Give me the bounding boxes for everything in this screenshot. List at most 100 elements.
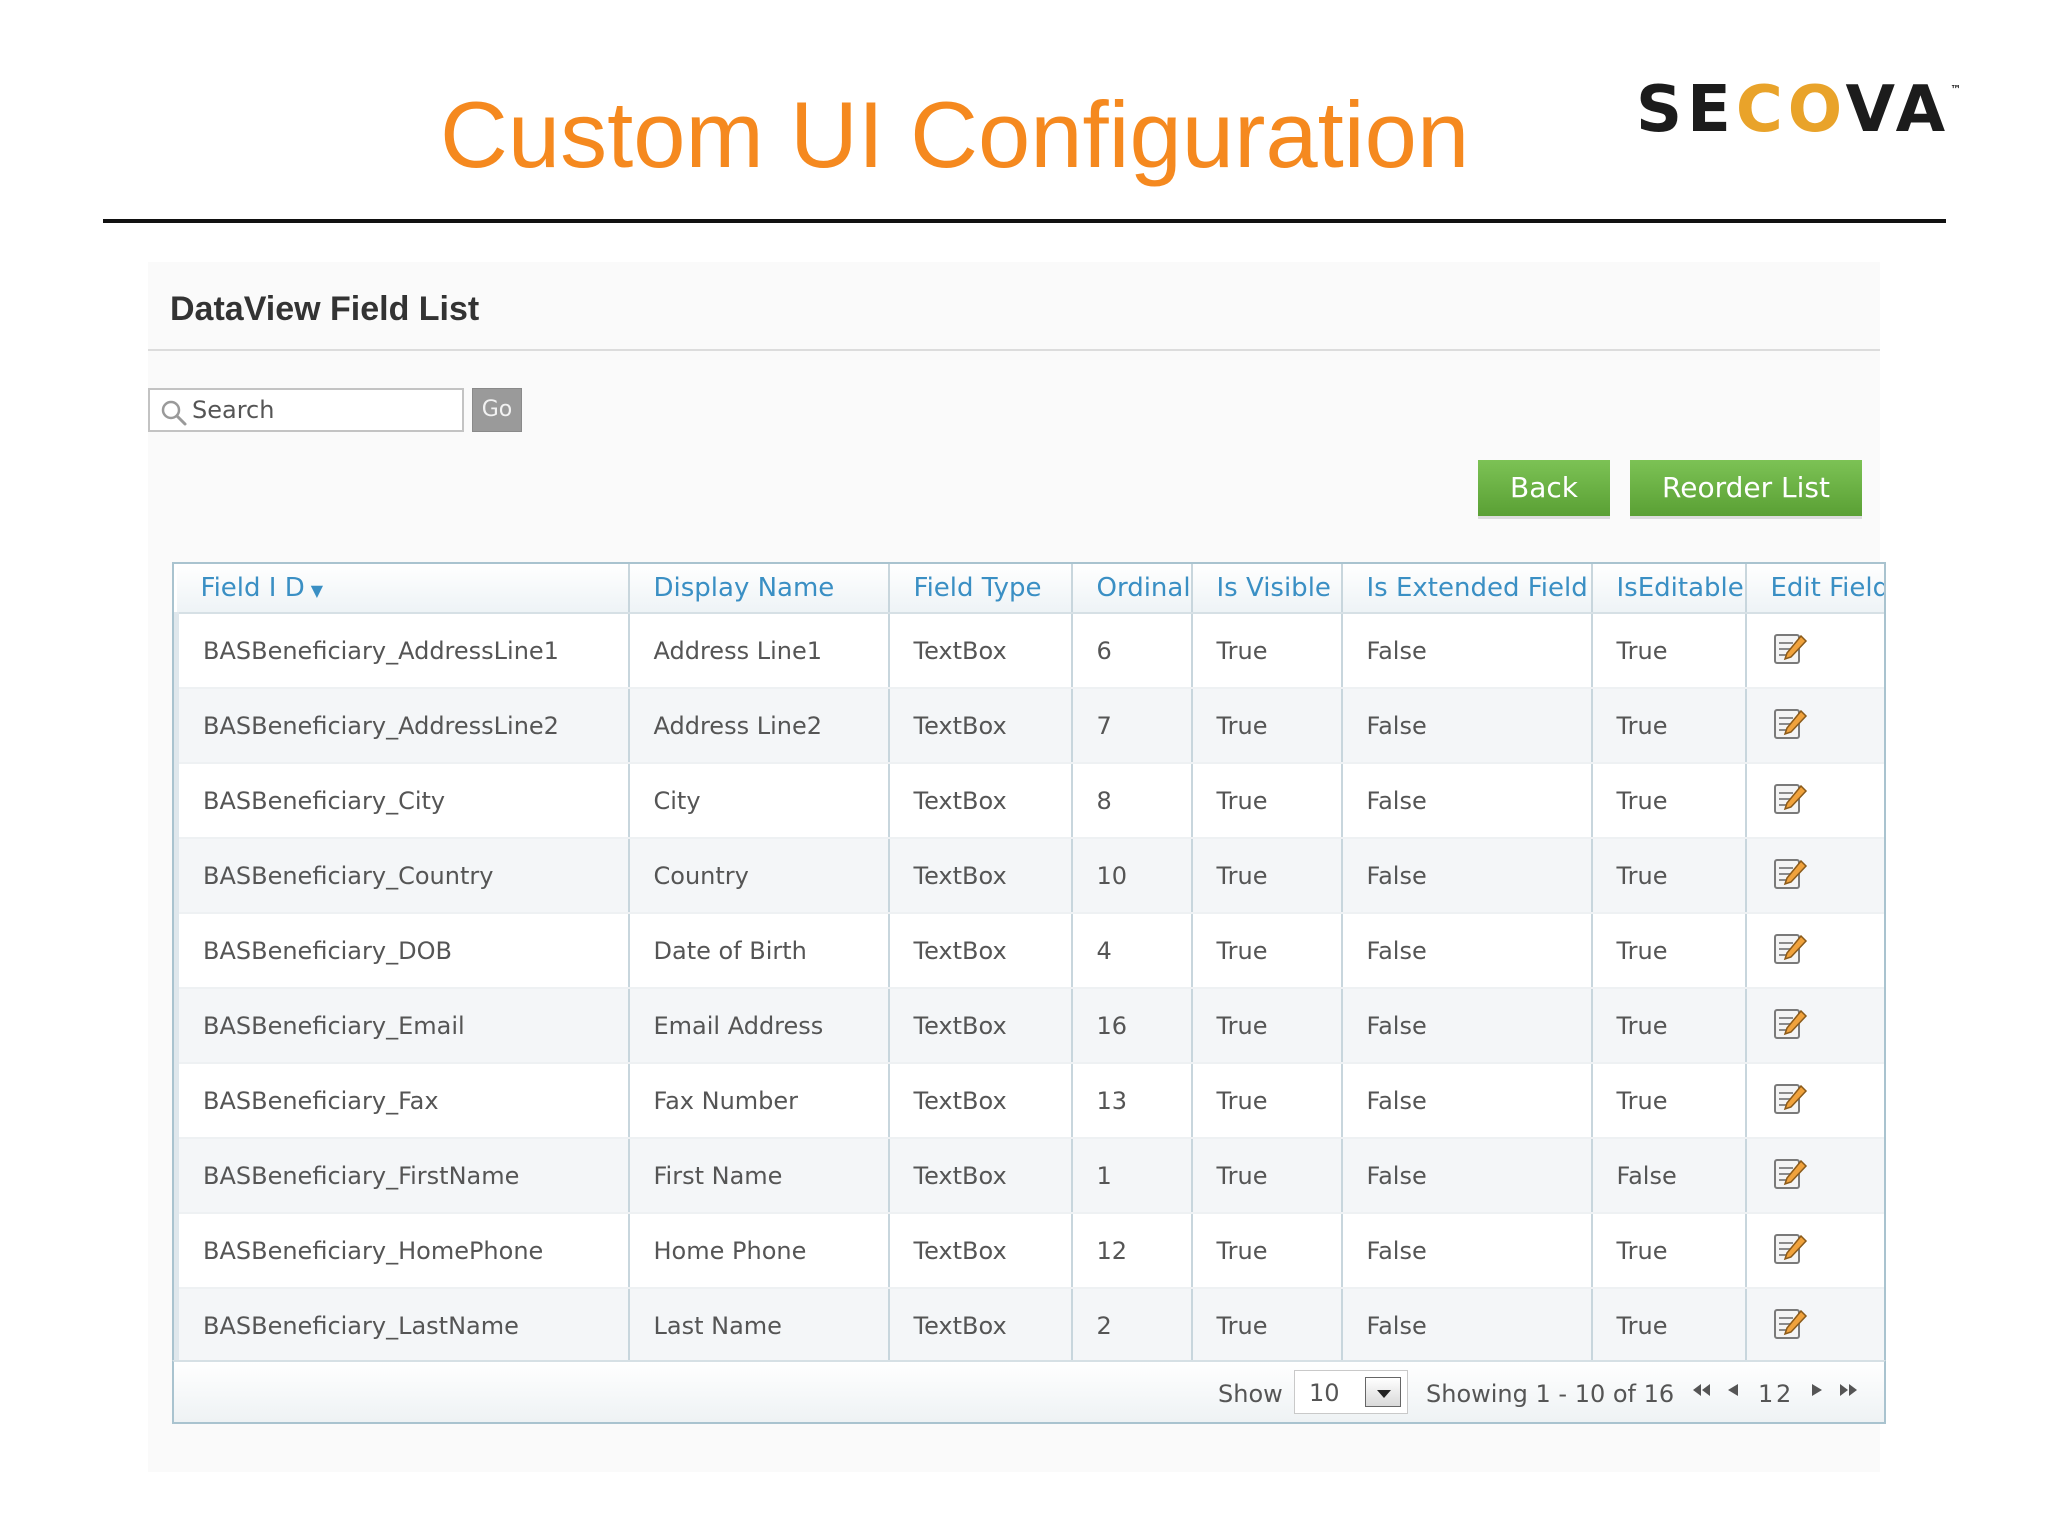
cell-is-editable: True [1591, 838, 1747, 914]
cell-is-visible: True [1191, 1063, 1343, 1139]
chevron-down-icon[interactable] [1365, 1377, 1401, 1407]
search-input[interactable] [192, 392, 452, 428]
cell-edit-field [1745, 913, 1884, 989]
cell-field-id: BASBeneficiary_Email [174, 988, 630, 1064]
edit-note-icon[interactable] [1771, 1005, 1809, 1041]
cell-ordinal: 4 [1071, 913, 1193, 989]
cell-ordinal: 13 [1071, 1063, 1193, 1139]
page-link-1[interactable]: 1 [1758, 1380, 1773, 1408]
edit-note-icon[interactable] [1771, 1230, 1809, 1266]
edit-note-icon[interactable] [1771, 855, 1809, 891]
panel-title: DataView Field List [170, 290, 480, 328]
table-row[interactable]: BASBeneficiary_HomePhone Home Phone TextBo… [174, 1213, 1884, 1289]
column-header-ordinal[interactable]: Ordinal [1071, 564, 1193, 614]
column-header-field-id[interactable]: Field I D ▼ [176, 564, 630, 614]
back-button[interactable]: Back [1478, 460, 1610, 516]
cell-field-id: BASBeneficiary_Fax [174, 1063, 630, 1139]
cell-display-name: First Name [628, 1138, 890, 1214]
reorder-list-button[interactable]: Reorder List [1630, 460, 1862, 516]
cell-is-visible: True [1191, 1288, 1343, 1364]
cell-ordinal: 2 [1071, 1288, 1193, 1364]
cell-field-type: TextBox [888, 688, 1073, 764]
edit-note-icon[interactable] [1771, 780, 1809, 816]
cell-field-id: BASBeneficiary_FirstName [174, 1138, 630, 1214]
cell-display-name: Email Address [628, 988, 890, 1064]
cell-edit-field [1745, 988, 1884, 1064]
cell-display-name: Last Name [628, 1288, 890, 1364]
cell-edit-field [1745, 688, 1884, 764]
cell-ordinal: 8 [1071, 763, 1193, 839]
table-row[interactable]: BASBeneficiary_Country Country TextBox 10 Tr… [174, 838, 1884, 914]
go-button[interactable]: Go [472, 388, 522, 432]
table-row[interactable]: BASBeneficiary_AddressLine1 Address Line1… [174, 613, 1884, 689]
column-header-is-editable[interactable]: IsEditable [1591, 564, 1747, 614]
cell-ordinal: 10 [1071, 838, 1193, 914]
edit-note-icon[interactable] [1771, 1080, 1809, 1116]
column-header-is-extended-field[interactable]: Is Extended Field [1341, 564, 1593, 614]
page-size-select[interactable]: 10 [1294, 1370, 1408, 1414]
cell-is-editable: True [1591, 763, 1747, 839]
first-page-icon[interactable] [1692, 1378, 1712, 1402]
brand-logo-part-3: VA [1845, 73, 1951, 147]
cell-is-visible: True [1191, 763, 1343, 839]
search-icon [161, 400, 187, 426]
cell-is-editable: False [1591, 1138, 1747, 1214]
showing-count: Showing 1 - 10 of 16 [1426, 1380, 1675, 1408]
table-row[interactable]: BASBeneficiary_LastName Last Name TextBox 2… [174, 1288, 1884, 1364]
cell-field-type: TextBox [888, 613, 1073, 689]
sort-descending-icon: ▼ [310, 581, 324, 600]
cell-ordinal: 1 [1071, 1138, 1193, 1214]
cell-is-visible: True [1191, 913, 1343, 989]
cell-display-name: Address Line1 [628, 613, 890, 689]
table-row[interactable]: BASBeneficiary_AddressLine2 Address Line2… [174, 688, 1884, 764]
edit-note-icon[interactable] [1771, 705, 1809, 741]
cell-is-editable: True [1591, 1063, 1747, 1139]
cell-is-visible: True [1191, 613, 1343, 689]
cell-display-name: Address Line2 [628, 688, 890, 764]
cell-edit-field [1745, 1138, 1884, 1214]
cell-field-id: BASBeneficiary_Country [174, 838, 630, 914]
cell-is-extended-field: False [1341, 688, 1593, 764]
edit-note-icon[interactable] [1771, 1155, 1809, 1191]
cell-edit-field [1745, 1288, 1884, 1364]
previous-page-icon[interactable] [1726, 1378, 1740, 1402]
cell-is-visible: True [1191, 838, 1343, 914]
column-header-display-name[interactable]: Display Name [628, 564, 890, 614]
cell-ordinal: 6 [1071, 613, 1193, 689]
edit-note-icon[interactable] [1771, 630, 1809, 666]
table-row[interactable]: BASBeneficiary_City City TextBox 8 True False… [174, 763, 1884, 839]
cell-display-name: City [628, 763, 890, 839]
column-header-is-visible[interactable]: Is Visible [1191, 564, 1343, 614]
cell-is-extended-field: False [1341, 838, 1593, 914]
column-header-field-type[interactable]: Field Type [888, 564, 1073, 614]
cell-edit-field [1745, 613, 1884, 689]
table-row[interactable]: BASBeneficiary_Email Email Address TextBox… [174, 988, 1884, 1064]
cell-is-extended-field: False [1341, 613, 1593, 689]
cell-field-type: TextBox [888, 913, 1073, 989]
table-row[interactable]: BASBeneficiary_FirstName First Name TextBo… [174, 1138, 1884, 1214]
table-row[interactable]: BASBeneficiary_Fax Fax Number TextBox 13 Tru… [174, 1063, 1884, 1139]
cell-field-type: TextBox [888, 838, 1073, 914]
brand-logo-accent: CO [1735, 73, 1846, 147]
cell-is-editable: True [1591, 988, 1747, 1064]
cell-display-name: Fax Number [628, 1063, 890, 1139]
cell-is-editable: True [1591, 1288, 1747, 1364]
cell-field-id: BASBeneficiary_DOB [174, 913, 630, 989]
table-row[interactable]: BASBeneficiary_DOB Date of Birth TextBox 4 T… [174, 913, 1884, 989]
cell-field-id: BASBeneficiary_AddressLine1 [174, 613, 630, 689]
grid-body: BASBeneficiary_AddressLine1 Address Line1… [174, 613, 1884, 1364]
slide-title: Custom UI Configuration [440, 82, 1470, 187]
page-link-2[interactable]: 2 [1776, 1380, 1791, 1408]
next-page-icon[interactable] [1810, 1378, 1824, 1402]
cell-field-id: BASBeneficiary_LastName [174, 1288, 630, 1364]
cell-is-editable: True [1591, 688, 1747, 764]
cell-is-editable: True [1591, 1213, 1747, 1289]
edit-note-icon[interactable] [1771, 1305, 1809, 1341]
cell-field-id: BASBeneficiary_AddressLine2 [174, 688, 630, 764]
last-page-icon[interactable] [1838, 1378, 1858, 1402]
title-divider [103, 219, 1946, 223]
column-header-edit-field[interactable]: Edit Field [1745, 564, 1884, 614]
edit-note-icon[interactable] [1771, 930, 1809, 966]
cell-is-editable: True [1591, 613, 1747, 689]
cell-field-id: BASBeneficiary_HomePhone [174, 1213, 630, 1289]
